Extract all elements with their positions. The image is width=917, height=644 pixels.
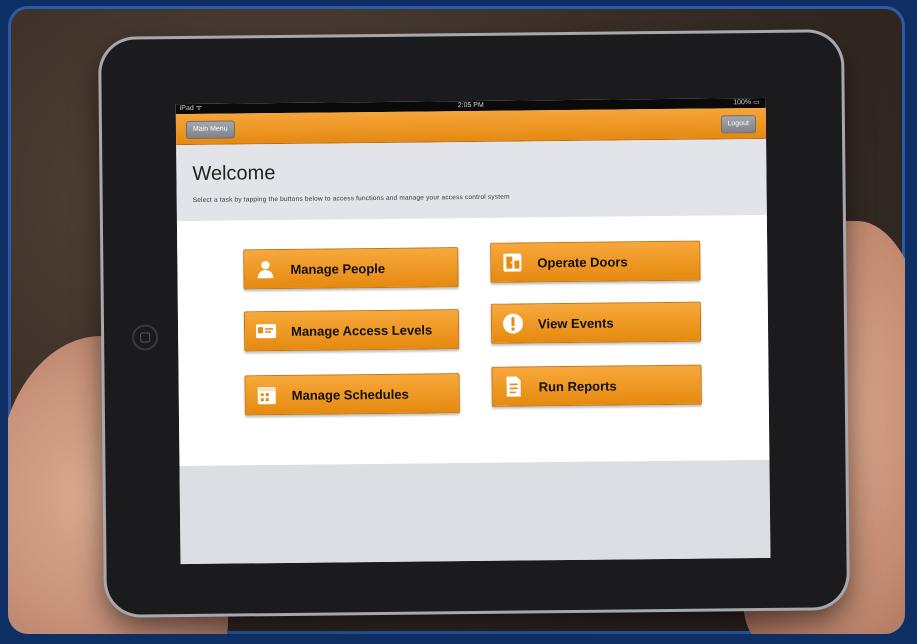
page-title: Welcome — [192, 162, 276, 185]
photo-frame: iPad ᯤ 2:05 PM 100% ▭ Main Menu Logout W… — [8, 6, 905, 634]
logout-button[interactable]: Logout — [720, 115, 757, 134]
run-reports-button[interactable]: Run Reports — [491, 364, 702, 407]
carrier-text: iPad ᯤ — [179, 104, 203, 113]
id-card-icon — [255, 320, 277, 342]
home-button[interactable] — [131, 324, 159, 351]
person-icon — [254, 258, 276, 280]
operate-doors-label: Operate Doors — [537, 253, 628, 270]
clock-text: 2:05 PM — [457, 101, 484, 110]
main-menu-grid: Manage People Operate Doors Manage Acces… — [176, 214, 770, 467]
calendar-icon — [256, 384, 278, 406]
manage-schedules-button[interactable]: Manage Schedules — [244, 373, 460, 416]
empty-footer-area — [179, 459, 771, 565]
app-screen: iPad ᯤ 2:05 PM 100% ▭ Main Menu Logout W… — [175, 97, 771, 565]
alert-icon — [502, 312, 524, 334]
manage-access-levels-button[interactable]: Manage Access Levels — [243, 309, 460, 352]
battery-text: 100% ▭ — [733, 98, 760, 107]
manage-people-label: Manage People — [290, 260, 386, 277]
ipad-device: iPad ᯤ 2:05 PM 100% ▭ Main Menu Logout W… — [101, 32, 847, 615]
welcome-header: Welcome Select a task by tapping the but… — [176, 138, 767, 223]
view-events-label: View Events — [537, 315, 614, 331]
view-events-button[interactable]: View Events — [490, 301, 702, 344]
run-reports-label: Run Reports — [538, 378, 617, 394]
report-icon — [503, 375, 525, 397]
door-icon — [501, 251, 523, 273]
manage-access-levels-label: Manage Access Levels — [290, 321, 433, 339]
main-menu-button[interactable]: Main Menu — [185, 120, 235, 140]
welcome-instructions: Select a task by tapping the buttons bel… — [192, 193, 510, 204]
manage-people-button[interactable]: Manage People — [243, 247, 459, 290]
operate-doors-button[interactable]: Operate Doors — [490, 240, 701, 283]
manage-schedules-label: Manage Schedules — [291, 386, 409, 403]
